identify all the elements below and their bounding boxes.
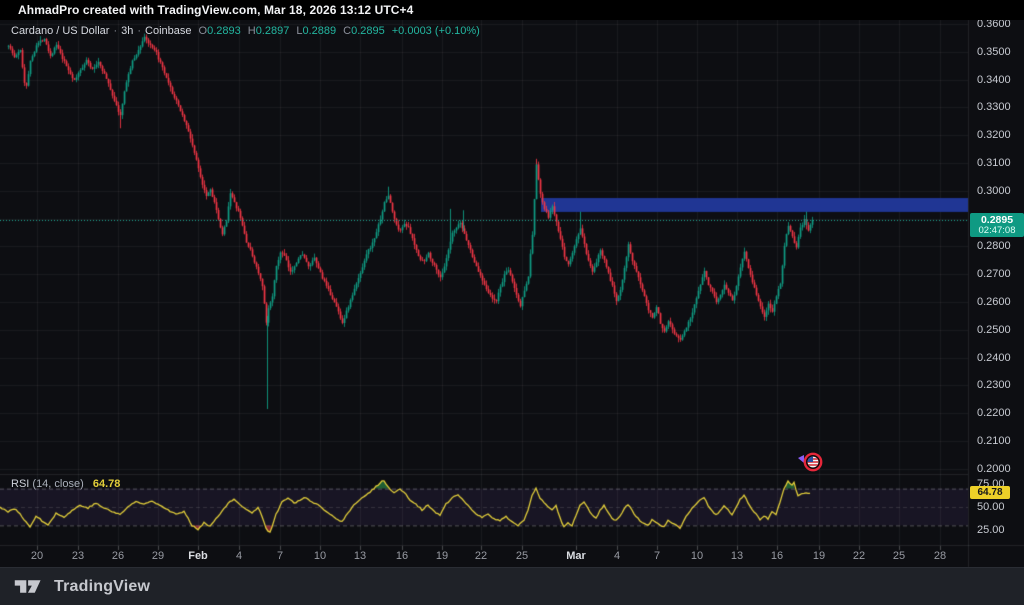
time-axis-label: 23 xyxy=(61,550,95,562)
time-axis-label: 19 xyxy=(425,550,459,562)
rsi-params: (14, close) xyxy=(32,478,83,490)
price-axis-label: 0.2800 xyxy=(977,240,1011,252)
time-axis-label: 7 xyxy=(640,550,674,562)
current-price-badge: 0.2895 02:47:08 xyxy=(970,213,1024,237)
time-axis-label: 22 xyxy=(842,550,876,562)
attribution-text: AhmadPro created with TradingView.com, M… xyxy=(18,3,413,17)
time-axis-label: 16 xyxy=(385,550,419,562)
price-axis-label: 0.3300 xyxy=(977,101,1011,113)
price-axis-label: 0.3200 xyxy=(977,129,1011,141)
time-axis-label: 7 xyxy=(263,550,297,562)
time-axis-label: 4 xyxy=(600,550,634,562)
rsi-title[interactable]: RSI xyxy=(11,478,29,490)
time-axis-label: 22 xyxy=(464,550,498,562)
price-axis-label: 0.2400 xyxy=(977,352,1011,364)
low-value: 0.2889 xyxy=(302,25,336,37)
close-value: 0.2895 xyxy=(351,25,385,37)
time-axis-label: Mar xyxy=(559,550,593,562)
time-axis-label: 10 xyxy=(680,550,714,562)
price-axis-label: 0.2200 xyxy=(977,407,1011,419)
price-axis-label: 0.2500 xyxy=(977,324,1011,336)
time-axis-label: 28 xyxy=(923,550,957,562)
time-axis-label: 20 xyxy=(20,550,54,562)
time-axis-label: 13 xyxy=(720,550,754,562)
price-axis-label: 0.3100 xyxy=(977,157,1011,169)
high-value: 0.2897 xyxy=(256,25,290,37)
tradingview-logo-icon[interactable] xyxy=(13,577,45,596)
rsi-axis-label: 25.00 xyxy=(977,524,1005,536)
tradingview-chart-window: AhmadPro created with TradingView.com, M… xyxy=(0,0,1024,604)
purple-cursor-icon xyxy=(798,455,804,463)
price-axis-label: 0.2700 xyxy=(977,268,1011,280)
bar-countdown: 02:47:08 xyxy=(979,226,1016,236)
time-axis-label: Feb xyxy=(181,550,215,562)
current-price: 0.2895 xyxy=(981,215,1013,226)
attribution-bar: AhmadPro created with TradingView.com, M… xyxy=(0,0,1024,20)
rsi-axis-label: 50.00 xyxy=(977,501,1005,513)
exchange-label: Coinbase xyxy=(145,25,191,37)
candlestick-chart-canvas[interactable] xyxy=(0,0,1024,604)
price-axis-label: 0.2100 xyxy=(977,435,1011,447)
price-axis-label: 0.3500 xyxy=(977,46,1011,58)
time-axis-label: 26 xyxy=(101,550,135,562)
rsi-legend[interactable]: RSI (14, close) 64.78 xyxy=(11,478,120,490)
time-axis-label: 25 xyxy=(882,550,916,562)
price-axis-label: 0.2600 xyxy=(977,296,1011,308)
change-value: +0.0003 (+0.10%) xyxy=(392,25,480,37)
rsi-value: 64.78 xyxy=(93,478,121,490)
price-axis-label: 0.2000 xyxy=(977,463,1011,475)
time-axis-label: 25 xyxy=(505,550,539,562)
time-axis-label: 19 xyxy=(802,550,836,562)
symbol-title[interactable]: Cardano / US Dollar xyxy=(11,25,109,37)
time-axis-label: 16 xyxy=(760,550,794,562)
time-axis-label: 13 xyxy=(343,550,377,562)
footer-bar: TradingView xyxy=(0,567,1024,605)
rsi-value-badge: 64.78 xyxy=(970,486,1010,499)
time-axis-label: 10 xyxy=(303,550,337,562)
time-axis-label: 4 xyxy=(222,550,256,562)
price-axis-label: 0.3400 xyxy=(977,74,1011,86)
tradingview-brand-text[interactable]: TradingView xyxy=(54,578,150,596)
price-axis-label: 0.2300 xyxy=(977,379,1011,391)
symbol-legend[interactable]: Cardano / US Dollar·3h·CoinbaseO0.2893H0… xyxy=(11,25,480,37)
time-axis-label: 29 xyxy=(141,550,175,562)
open-value: 0.2893 xyxy=(207,25,241,37)
interval-label[interactable]: 3h xyxy=(121,25,133,37)
economic-event-icon[interactable] xyxy=(797,450,825,474)
price-axis-label: 0.3000 xyxy=(977,185,1011,197)
